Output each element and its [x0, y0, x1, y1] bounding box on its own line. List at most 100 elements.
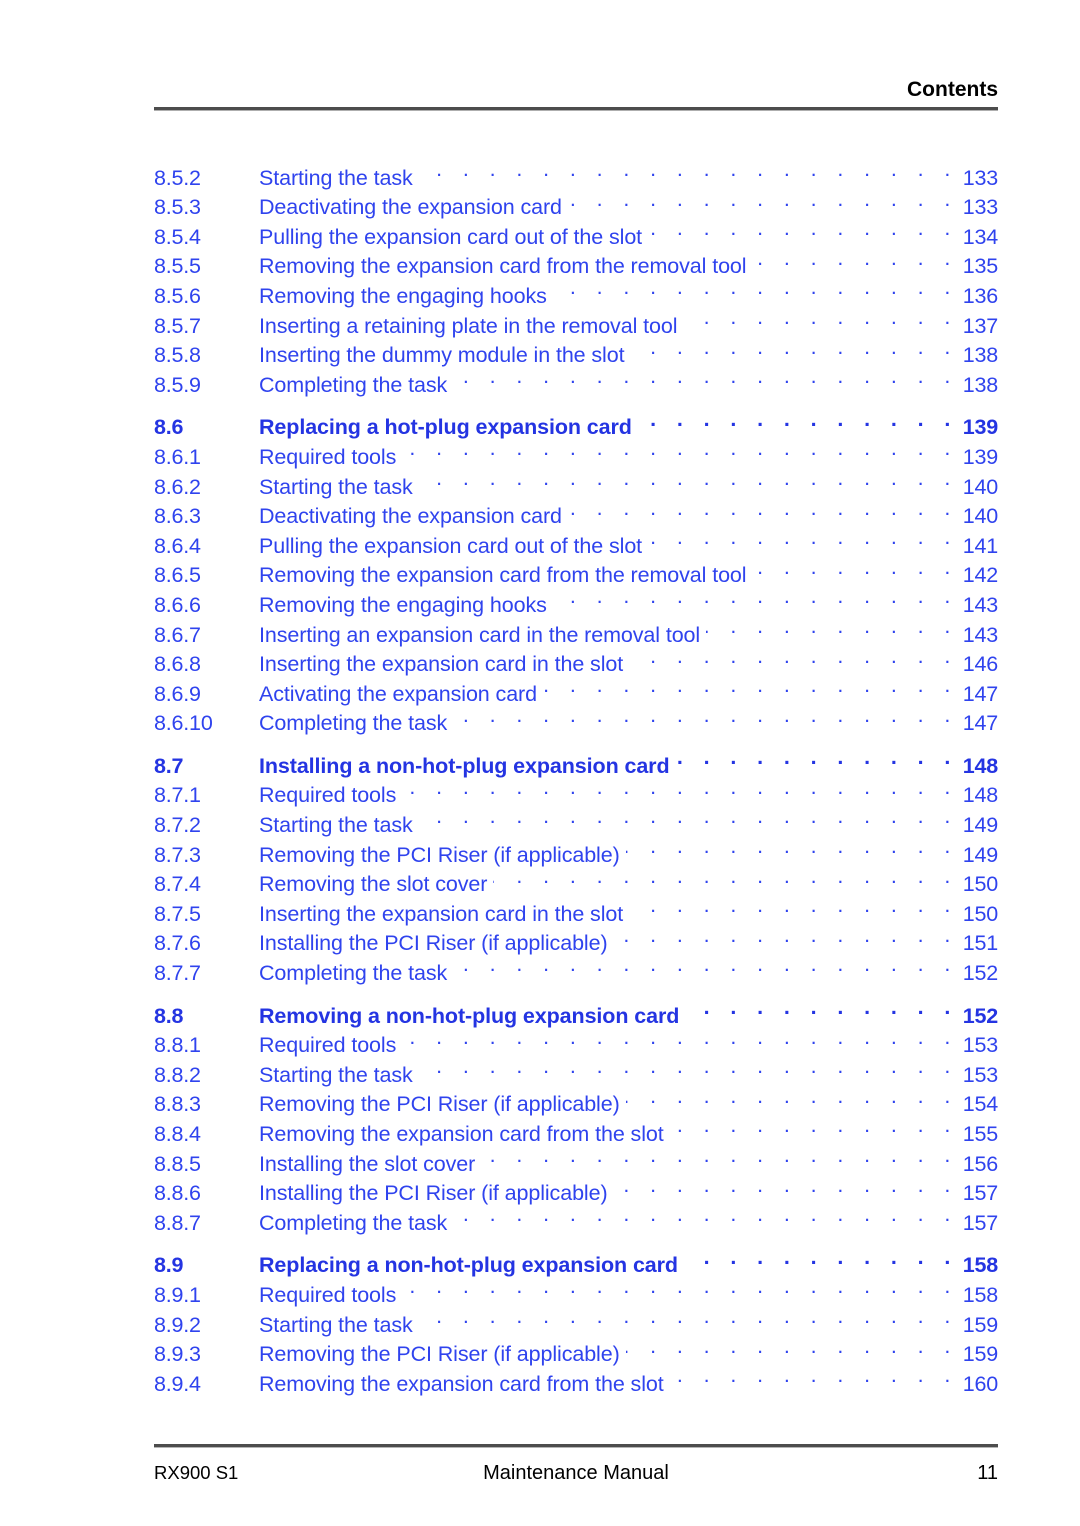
toc-entry-page-number: 160 — [962, 1371, 998, 1396]
toc-entry-page-number: 140 — [962, 474, 998, 499]
toc-section-entry[interactable]: 8.6Replacing a hot-plug expansion card13… — [154, 405, 998, 440]
toc-entry-number: 8.7.6 — [154, 931, 201, 956]
toc-entry-page-number: 149 — [962, 813, 998, 838]
toc-entry-number: 8.6.1 — [154, 444, 201, 469]
toc-leader-dots — [553, 273, 958, 303]
toc-leader-dots — [481, 1141, 958, 1171]
toc-entry-number: 8.8.1 — [154, 1033, 201, 1058]
toc-entry-page-number: 139 — [962, 415, 998, 440]
toc-entry-title: Required tools — [259, 1282, 397, 1307]
toc-entry-number: 8.8.7 — [154, 1210, 201, 1235]
toc-entry-title: Required tools — [259, 1033, 397, 1058]
toc-entry-page-number: 159 — [962, 1342, 998, 1367]
toc-entry-page-number: 137 — [962, 313, 998, 338]
toc-entry-page-number: 151 — [962, 931, 998, 956]
toc-entry-number: 8.5.4 — [154, 224, 201, 249]
toc-entry-page-number: 148 — [962, 783, 998, 808]
toc-entry-number: 8.8.6 — [154, 1181, 201, 1206]
toc-entry-page-number: 150 — [962, 872, 998, 897]
toc-entry-title: Removing the engaging hooks — [259, 592, 547, 617]
toc-entry-number: 8.7.2 — [154, 813, 201, 838]
footer-row: RX900 S1 Maintenance Manual 11 — [154, 1462, 998, 1484]
toc-entry-number: 8.7.7 — [154, 961, 201, 986]
toc-entry-page-number: 152 — [962, 1003, 998, 1028]
toc-leader-dots — [638, 405, 958, 435]
toc-leader-dots — [543, 671, 958, 701]
toc-entry-number: 8.8.2 — [154, 1062, 201, 1087]
toc-entry-number: 8.7.4 — [154, 872, 201, 897]
toc-entry-page-number: 140 — [962, 504, 998, 529]
toc-entry-page-number: 156 — [962, 1151, 998, 1176]
toc-leader-dots — [752, 244, 957, 274]
toc-entry-number: 8.5.7 — [154, 313, 201, 338]
toc-entry-number: 8.8 — [154, 1003, 184, 1028]
toc-entry-page-number: 148 — [962, 753, 998, 778]
toc-entry-page-number: 154 — [962, 1092, 998, 1117]
toc-leader-dots — [419, 1052, 958, 1082]
toc-entry-number: 8.5.2 — [154, 165, 201, 190]
toc-entry-page-number: 150 — [962, 901, 998, 926]
toc-leader-dots — [419, 155, 958, 185]
header-rule — [154, 107, 998, 111]
toc-leader-dots — [670, 1111, 958, 1141]
toc-entry-number: 8.9.4 — [154, 1371, 201, 1396]
toc-entry-title: Starting the task — [259, 474, 413, 499]
toc-entry-number: 8.8.5 — [154, 1151, 201, 1176]
toc-leader-dots — [614, 921, 958, 951]
toc-entry-page-number: 135 — [962, 254, 998, 279]
page-header: Contents — [154, 78, 998, 111]
toc-entry-page-number: 143 — [962, 592, 998, 617]
toc-entry-page-number: 157 — [962, 1181, 998, 1206]
toc-leader-dots — [419, 1302, 958, 1332]
toc-entry-page-number: 142 — [962, 563, 998, 588]
toc-entry-number: 8.8.3 — [154, 1092, 201, 1117]
toc-leader-dots — [648, 214, 958, 244]
toc-entry-page-number: 149 — [962, 842, 998, 867]
toc-section-entry[interactable]: 8.7 Installing a non-hot-plug expansion c… — [154, 743, 998, 778]
toc-entry-page-number: 136 — [962, 283, 998, 308]
toc-leader-dots — [402, 773, 957, 803]
toc-entry-number: 8.9.3 — [154, 1342, 201, 1367]
toc-entry-title: Deactivating the expansion card — [259, 504, 562, 529]
toc-entry-page-number: 153 — [962, 1062, 998, 1087]
toc-leader-dots — [648, 523, 958, 553]
toc-leader-dots — [630, 333, 957, 363]
toc-entry-page-number: 155 — [962, 1122, 998, 1146]
toc-entry-number: 8.6.8 — [154, 652, 201, 677]
toc-section-entry[interactable]: 8.8 Removing a non-hot-plug expansion car… — [154, 993, 998, 1028]
toc-entry-title: Pulling the expansion card out of the sl… — [259, 533, 643, 558]
toc-entry-title: Starting the task — [259, 165, 413, 190]
toc-entry-number: 8.5.6 — [154, 283, 201, 308]
toc-leader-dots — [402, 434, 957, 464]
toc-entry-title: Deactivating the expansion card — [259, 195, 562, 220]
toc-leader-dots — [706, 612, 958, 642]
toc-entry-number: 8.6.10 — [154, 711, 213, 736]
toc-section-entry[interactable]: 8.9 Replacing a non-hot-plug expansion ca… — [154, 1243, 998, 1278]
toc-entry-title: Removing the engaging hooks — [259, 283, 547, 308]
toc-leader-dots — [453, 701, 958, 731]
toc-entry-page-number: 147 — [962, 681, 998, 706]
page-footer: RX900 S1 Maintenance Manual 11 — [154, 1444, 998, 1484]
toc-entry-page-number: 158 — [962, 1253, 998, 1278]
toc-entry-number: 8.5.3 — [154, 195, 201, 220]
toc-entry-title: Installing the slot cover — [259, 1151, 476, 1176]
toc-entry-page-number: 138 — [962, 372, 998, 397]
toc-entry-number: 8.5.9 — [154, 372, 201, 397]
toc-entry-number: 8.7.1 — [154, 783, 201, 808]
toc-entry-page-number: 133 — [962, 165, 998, 190]
toc-entry-number: 8.7 — [154, 753, 184, 778]
toc-entry-number: 8.7.5 — [154, 901, 201, 926]
toc-leader-dots — [453, 950, 958, 980]
toc-leader-dots — [626, 1082, 958, 1112]
footer-document-title: Maintenance Manual — [483, 1462, 669, 1484]
toc-leader-dots — [683, 303, 957, 333]
toc-leader-dots — [752, 553, 957, 583]
table-of-contents: 8.5.2 Starting the task 133 8.5.3 Deactivati… — [154, 155, 998, 1396]
toc-leader-dots — [685, 993, 957, 1023]
toc-entry-number: 8.6.3 — [154, 504, 201, 529]
footer-product-name: RX900 S1 — [154, 1462, 239, 1483]
toc-entry-page-number: 147 — [962, 711, 998, 736]
toc-subsection-entry[interactable]: 8.5.2 Starting the task 133 — [154, 155, 998, 190]
toc-entry-title: Inserting a retaining plate in the remov… — [259, 313, 678, 338]
toc-leader-dots — [626, 1332, 958, 1362]
